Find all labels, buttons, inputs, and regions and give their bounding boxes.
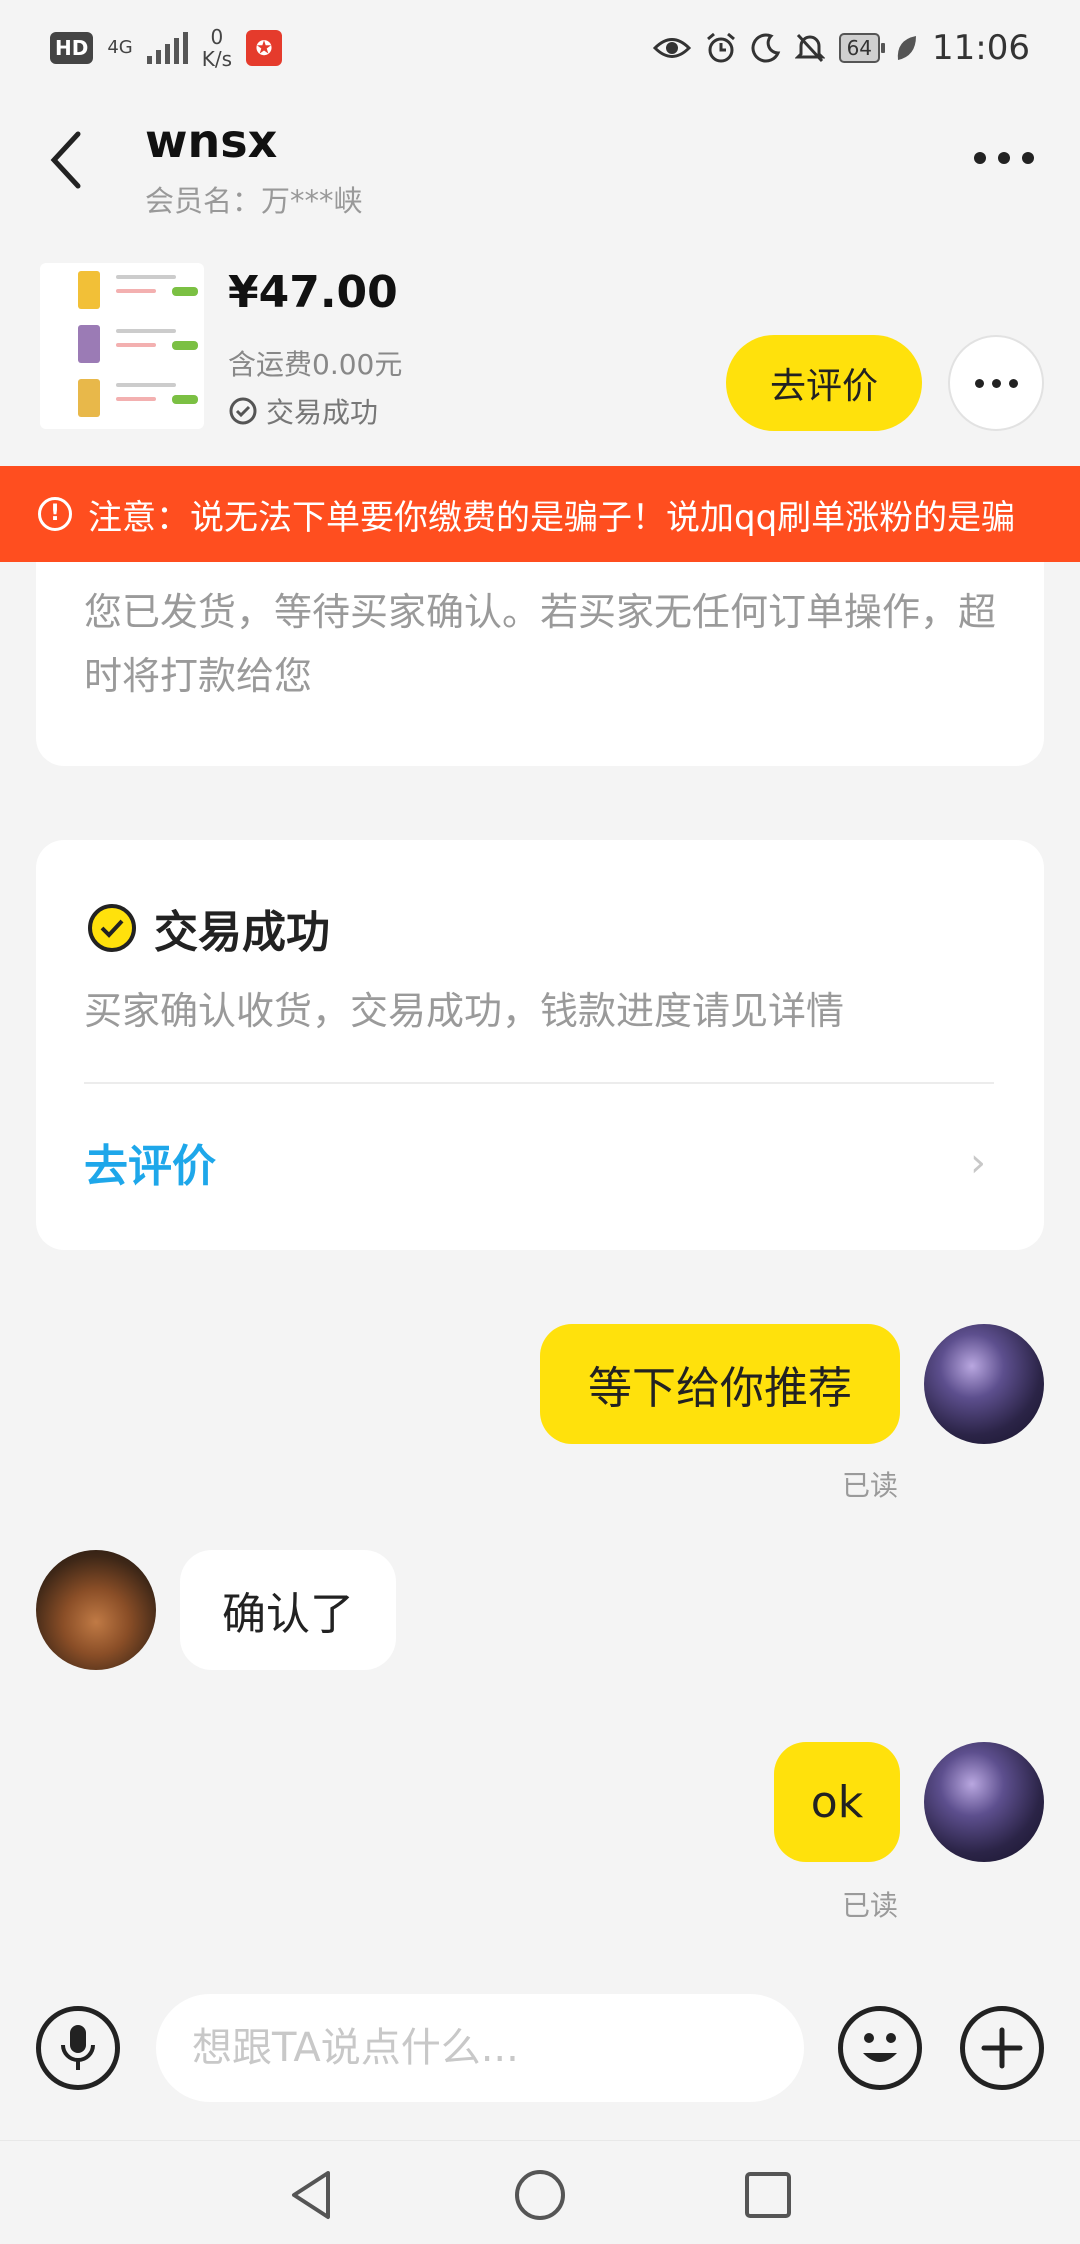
- nav-home-icon[interactable]: [512, 2167, 568, 2223]
- exclamation-icon: !: [38, 497, 72, 531]
- read-receipt: 已读: [842, 1469, 899, 1502]
- avatar[interactable]: [924, 1742, 1044, 1862]
- trade-success-title: 交易成功: [88, 896, 330, 960]
- order-more-button[interactable]: [948, 335, 1044, 431]
- leaf-icon: [897, 36, 917, 60]
- dot-icon: [1022, 152, 1034, 164]
- nav-back-icon[interactable]: [284, 2167, 340, 2223]
- shipped-notice-text: 您已发货，等待买家确认。若买家无任何订单操作，超时将打款给您: [84, 590, 997, 698]
- avatar[interactable]: [36, 1550, 156, 1670]
- member-name: 会员名：万***峡: [145, 184, 363, 218]
- fraud-warning-text: 注意：说无法下单要你缴费的是骗子！说加qq刷单涨粉的是骗: [88, 497, 1016, 538]
- avatar[interactable]: [924, 1324, 1044, 1444]
- more-options-button[interactable]: [974, 152, 1034, 164]
- add-attachment-button[interactable]: [960, 2006, 1044, 2090]
- chat-header: wnsx 会员名：万***峡: [0, 100, 1080, 260]
- read-receipt: 已读: [842, 1889, 899, 1922]
- mute-bell-icon: [794, 33, 825, 63]
- chevron-left-icon: [50, 131, 81, 189]
- hd-badge: HD: [50, 32, 94, 64]
- dot-icon: [974, 152, 986, 164]
- go-review-link[interactable]: 去评价 ›: [84, 1118, 1024, 1208]
- message-input[interactable]: [156, 1994, 804, 2102]
- review-button[interactable]: 去评价: [726, 335, 922, 431]
- voice-button[interactable]: [36, 2006, 120, 2090]
- system-nav-bar: [0, 2140, 1080, 2244]
- product-thumbnail[interactable]: [40, 263, 204, 429]
- network-type: 4G: [107, 37, 133, 58]
- speed-unit: K/s: [201, 47, 233, 71]
- status-left: HD 4G 0 K/s ✪: [50, 26, 283, 70]
- dot-icon: [974, 378, 984, 388]
- back-button[interactable]: [46, 130, 106, 210]
- speed-value: 0: [210, 25, 224, 49]
- eye-icon: [652, 38, 691, 58]
- dot-icon: [998, 152, 1010, 164]
- shipped-notice-card: 您已发货，等待买家确认。若买家无任何订单操作，超时将打款给您: [36, 540, 1044, 766]
- trade-status-label: 交易成功: [266, 396, 379, 429]
- check-circle-icon: [229, 397, 257, 425]
- order-summary: ¥47.00 含运费0.00元 交易成功 去评价: [0, 255, 1080, 465]
- plus-icon: [981, 2027, 1023, 2069]
- trade-success-description: 买家确认收货，交易成功，钱款进度请见详情: [84, 989, 845, 1033]
- battery-indicator: 64: [838, 33, 886, 63]
- dot-icon: [991, 378, 1001, 388]
- shipping-fee: 含运费0.00元: [228, 348, 403, 381]
- app-notification-icon: ✪: [246, 30, 283, 66]
- status-right: 64 11:06: [652, 28, 1030, 68]
- nav-recents-icon[interactable]: [740, 2167, 796, 2223]
- fraud-warning-banner: ! 注意：说无法下单要你缴费的是骗子！说加qq刷单涨粉的是骗: [0, 466, 1080, 562]
- trade-success-label: 交易成功: [154, 907, 330, 958]
- smiley-icon: [863, 2033, 897, 2062]
- message-bubble[interactable]: ok: [774, 1742, 900, 1862]
- go-review-label: 去评价: [84, 1141, 216, 1192]
- message-bubble[interactable]: 等下给你推荐: [540, 1324, 900, 1444]
- microphone-icon: [61, 2025, 95, 2070]
- emoji-button[interactable]: [838, 2006, 922, 2090]
- network-speed: 0 K/s: [202, 26, 232, 70]
- moon-icon: [751, 33, 780, 63]
- page-title: wnsx: [145, 114, 278, 168]
- chevron-right-icon: ›: [970, 1140, 986, 1186]
- signal-icon: [146, 32, 188, 64]
- trade-success-card: 交易成功 买家确认收货，交易成功，钱款进度请见详情 去评价 ›: [36, 840, 1044, 1250]
- clock-time: 11:06: [932, 28, 1030, 68]
- dot-icon: [1008, 378, 1018, 388]
- message-bubble[interactable]: 确认了: [180, 1550, 396, 1670]
- check-icon: [88, 904, 136, 952]
- status-bar: HD 4G 0 K/s ✪ 64 11:06: [0, 0, 1080, 100]
- chat-input-bar: [0, 1980, 1080, 2120]
- order-price: ¥47.00: [228, 267, 398, 318]
- alarm-icon: [706, 32, 735, 63]
- divider: [84, 1082, 994, 1084]
- trade-status: 交易成功: [228, 391, 378, 431]
